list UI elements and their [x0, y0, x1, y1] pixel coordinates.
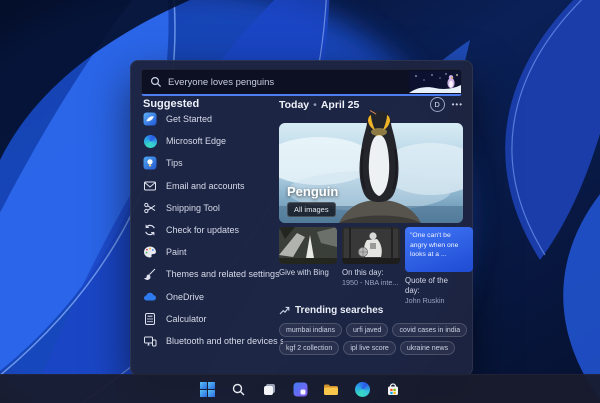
suggested-item-check-for-updates[interactable]: Check for updates [143, 219, 283, 241]
microsoft-edge-icon [143, 134, 157, 148]
start-icon [199, 381, 215, 397]
onedrive-icon [143, 290, 157, 304]
calculator-icon [143, 312, 157, 326]
trending-chips: mumbai indians urfi javed covid cases in… [279, 323, 469, 355]
trending-chip[interactable]: ipl live score [343, 341, 396, 355]
email-icon [143, 179, 157, 193]
paint-icon [143, 245, 157, 259]
quote-text: "One can't be angry when one looks at a … [410, 232, 459, 259]
suggested-item-label: Themes and related settings [166, 269, 280, 280]
trending-icon [279, 306, 290, 315]
edge-button[interactable] [350, 377, 374, 401]
all-images-button[interactable]: All images [287, 202, 336, 217]
penguin-figure [359, 109, 399, 202]
suggested-item-label: Snipping Tool [166, 202, 220, 213]
penguin-night-illustration [409, 71, 461, 93]
trending-chip[interactable]: ukraine news [399, 341, 456, 355]
suggested-item-microsoft-edge[interactable]: Microsoft Edge [143, 130, 283, 152]
suggested-item-label: Paint [166, 247, 187, 258]
themes-icon [143, 267, 157, 281]
widgets-icon [293, 382, 307, 396]
search-bar[interactable] [141, 69, 462, 96]
trending-title: Trending searches [295, 305, 384, 316]
store-icon [388, 382, 398, 395]
card-caption: Quote of the day: [405, 276, 448, 296]
start-button[interactable] [195, 377, 219, 401]
trending-chip[interactable]: urfi javed [346, 323, 389, 337]
suggested-item-label: Calculator [166, 313, 207, 324]
penguin-hero-card[interactable]: Penguin All images [279, 109, 463, 223]
card-caption: On this day: [342, 268, 384, 277]
store-button[interactable] [381, 377, 405, 401]
taskbar [0, 374, 600, 403]
suggested-item-bluetooth-devices[interactable]: Bluetooth and other devices sett... [143, 330, 283, 352]
suggested-item-label: Email and accounts [166, 180, 245, 191]
updates-icon [143, 223, 157, 237]
snipping-tool-icon [143, 201, 157, 215]
suggested-item-snipping-tool[interactable]: Snipping Tool [143, 197, 283, 219]
suggested-item-get-started[interactable]: Get Started [143, 108, 283, 130]
taskbar-search-icon [232, 383, 244, 395]
card-subcaption: 1950 - NBA inte... [342, 278, 399, 288]
task-view-button[interactable] [257, 377, 281, 401]
trending-section: Trending searches mumbai indians urfi ja… [279, 305, 469, 355]
trending-chip[interactable]: covid cases in india [392, 323, 468, 337]
suggested-item-paint[interactable]: Paint [143, 241, 283, 263]
trending-chip[interactable]: kgf 2 collection [279, 341, 340, 355]
search-input[interactable] [168, 76, 409, 88]
widgets-button[interactable] [288, 377, 312, 401]
search-flyout-panel: Suggested Get Started Microsoft Edge [130, 60, 473, 376]
suggested-item-label: Get Started [166, 114, 213, 125]
get-started-icon [143, 112, 157, 126]
suggested-list: Get Started Microsoft Edge Tips Email an… [143, 108, 283, 352]
file-explorer-button[interactable] [319, 377, 343, 401]
suggested-item-calculator[interactable]: Calculator [143, 308, 283, 330]
desktop: Suggested Get Started Microsoft Edge [0, 0, 600, 403]
quote-box: "One can't be angry when one looks at a … [405, 227, 473, 272]
suggested-item-themes[interactable]: Themes and related settings [143, 263, 283, 285]
suggested-item-label: Tips [166, 158, 183, 169]
suggested-item-tips[interactable]: Tips [143, 152, 283, 174]
devices-icon [143, 334, 157, 348]
edge-icon [354, 381, 370, 397]
card-caption: Give with Bing [279, 268, 329, 277]
suggested-item-label: Bluetooth and other devices sett... [166, 335, 283, 346]
hero-title: Penguin [287, 184, 339, 199]
on-this-day-card[interactable]: On this day: 1950 - NBA inte... [342, 227, 400, 306]
suggested-item-label: Check for updates [166, 225, 240, 236]
quote-of-the-day-card[interactable]: "One can't be angry when one looks at a … [405, 227, 473, 306]
more-options-button[interactable]: ••• [452, 100, 463, 109]
trending-header: Trending searches [279, 305, 469, 316]
suggested-item-label: Microsoft Edge [166, 136, 227, 147]
suggested-item-email-accounts[interactable]: Email and accounts [143, 175, 283, 197]
give-with-bing-image [279, 227, 337, 264]
tips-icon [143, 156, 157, 170]
task-view-icon [263, 383, 275, 395]
give-with-bing-card[interactable]: Give with Bing [279, 227, 337, 306]
search-icon [150, 76, 162, 88]
taskbar-search-button[interactable] [226, 377, 250, 401]
trending-chip[interactable]: mumbai indians [279, 323, 343, 337]
suggested-item-onedrive[interactable]: OneDrive [143, 286, 283, 308]
daily-cards-row: Give with Bing On this day: 1950 - NBA i… [279, 227, 473, 306]
on-this-day-image [342, 227, 400, 264]
file-explorer-icon [324, 384, 338, 395]
suggested-item-label: OneDrive [166, 291, 205, 302]
